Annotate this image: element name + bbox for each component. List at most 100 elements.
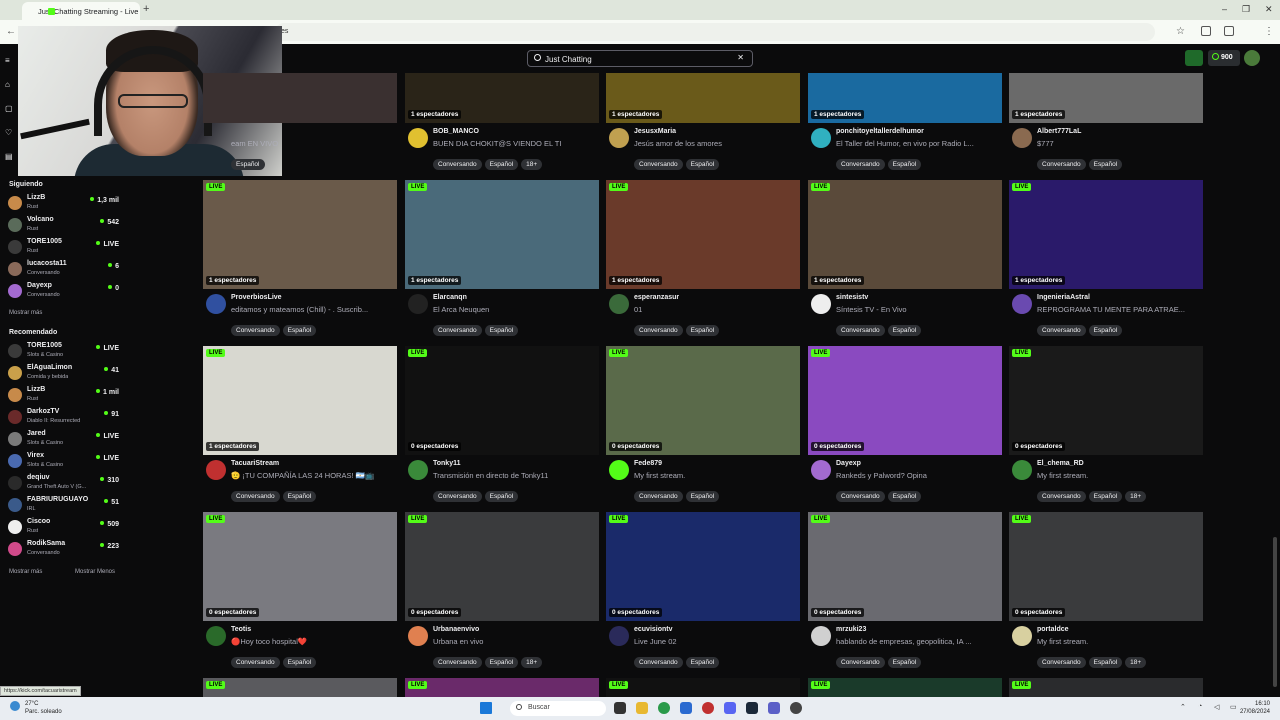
channel-name[interactable]: El_chema_RD	[1037, 460, 1084, 467]
stream-thumbnail[interactable]: LIVE 1 espectadores	[405, 180, 599, 289]
stream-card[interactable]: LIVE 0 espectadores Dayexp Rankeds y Palwor…	[808, 346, 1002, 502]
stream-title[interactable]: 🫡 ¡TU COMPAÑÍA LAS 24 HORAS! 🇦🇷📺	[231, 471, 396, 480]
tag-chip[interactable]: Conversando	[634, 657, 683, 668]
stream-card[interactable]: LIVE 1 espectadores sintesistv Síntesis TV …	[808, 180, 1002, 336]
tag-chip[interactable]: Español	[484, 325, 519, 336]
tag-chip[interactable]: Conversando	[231, 325, 280, 336]
recommended-show-more[interactable]: Mostrar más	[9, 569, 42, 575]
stream-title[interactable]: REPROGRAMA TU MENTE PARA ATRAE...	[1037, 305, 1202, 314]
volume-icon[interactable]: ◁	[1214, 703, 1219, 711]
tag-chip[interactable]: Español	[1088, 657, 1123, 668]
stream-thumbnail[interactable]: LIVE 1 espectadores	[606, 180, 800, 289]
stream-title[interactable]: My first stream.	[1037, 637, 1202, 646]
stream-title[interactable]: BUEN DIA CHOKIT@S VIENDO EL TI	[433, 139, 598, 148]
stream-card[interactable]: LIVE 1 espectadores Elarcanqn El Arca Neuqu…	[405, 180, 599, 336]
stream-title[interactable]: El Taller del Humor, en vivo por Radio L…	[836, 139, 1001, 148]
stream-thumbnail[interactable]: LIVE 0 espectadores	[1009, 346, 1203, 455]
stream-title[interactable]: Jesús amor de los amores	[634, 139, 799, 148]
channel-name[interactable]: mrzuki23	[836, 626, 866, 633]
stream-card[interactable]: LIVE 0 espectadores El_chema_RD My first st…	[1009, 346, 1203, 502]
stream-thumbnail[interactable]: LIVE	[203, 678, 397, 697]
channel-name[interactable]: Teotis	[231, 626, 251, 633]
stream-thumbnail[interactable]: LIVE 0 espectadores	[606, 346, 800, 455]
stream-card[interactable]: LIVE 0 espectadores Fede879 My first stream…	[606, 346, 800, 502]
tag-chip[interactable]: Español	[685, 491, 720, 502]
chrome-icon[interactable]	[658, 702, 670, 714]
maximize-icon[interactable]: ❐	[1242, 4, 1250, 15]
stream-title[interactable]: hablando de empresas, geopolitica, IA ..…	[836, 637, 1001, 646]
tag-chip[interactable]: Español	[685, 159, 720, 170]
channel-avatar[interactable]	[811, 128, 831, 148]
stream-card[interactable]: LIVE 0 espectadores portaldce My first stre…	[1009, 512, 1203, 668]
sidebar-channel[interactable]: Virex Slots & Casino LIVE	[8, 451, 123, 471]
tag-chip[interactable]: Español	[484, 491, 519, 502]
stream-card[interactable]: LIVE 0 espectadores Tonky11 Transmisión en …	[405, 346, 599, 502]
channel-avatar[interactable]	[408, 294, 428, 314]
tag-chip[interactable]: Español	[887, 491, 922, 502]
stream-thumbnail[interactable]: LIVE 0 espectadores	[203, 512, 397, 621]
channel-avatar[interactable]	[811, 460, 831, 480]
sidebar-channel[interactable]: Ciscoo Rust 509	[8, 517, 123, 537]
stream-thumbnail[interactable]: LIVE 0 espectadores	[808, 346, 1002, 455]
taskbar-search[interactable]: Buscar	[510, 701, 606, 716]
task-view-icon[interactable]	[614, 702, 626, 714]
tray-chevron-icon[interactable]: ⌃	[1180, 703, 1186, 711]
stream-title[interactable]: El Arca Neuquen	[433, 305, 598, 314]
stream-thumbnail[interactable]: 1 espectadores	[405, 73, 599, 123]
tag-chip[interactable]: Conversando	[1037, 159, 1086, 170]
back-icon[interactable]: ←	[6, 26, 16, 37]
sidebar-channel[interactable]: Dayexp Conversando 0	[8, 281, 123, 301]
home-icon[interactable]: ⌂	[5, 80, 10, 89]
stream-thumbnail[interactable]: LIVE 0 espectadores	[606, 512, 800, 621]
tag-chip[interactable]: Español	[1088, 491, 1123, 502]
tag-chip[interactable]: Conversando	[1037, 491, 1086, 502]
stream-thumbnail[interactable]: LIVE	[405, 678, 599, 697]
tag-chip[interactable]: Español	[685, 657, 720, 668]
tag-chip[interactable]: Conversando	[836, 325, 885, 336]
channel-name[interactable]: portaldce	[1037, 626, 1069, 633]
scrollbar[interactable]	[1273, 537, 1277, 687]
channel-name[interactable]: Elarcanqn	[433, 294, 467, 301]
tag-chip[interactable]: Español	[887, 325, 922, 336]
new-tab-icon[interactable]: +	[143, 3, 149, 15]
channel-avatar[interactable]	[1012, 460, 1032, 480]
channel-name[interactable]: ProverbiosLive	[231, 294, 282, 301]
channel-avatar[interactable]	[811, 294, 831, 314]
channel-name[interactable]: ponchitoyeltallerdelhumor	[836, 128, 924, 135]
stream-thumbnail[interactable]: LIVE 1 espectadores	[203, 346, 397, 455]
channel-name[interactable]: ecuvisiontv	[634, 626, 673, 633]
tag-chip[interactable]: Conversando	[836, 491, 885, 502]
channel-name[interactable]: IngenieriaAstral	[1037, 294, 1090, 301]
channel-name[interactable]: Albert777LaL	[1037, 128, 1081, 135]
sidepanel-icon[interactable]	[1224, 26, 1234, 36]
channel-avatar[interactable]	[1012, 128, 1032, 148]
tag-chip[interactable]: Conversando	[433, 159, 482, 170]
channel-avatar[interactable]	[408, 626, 428, 646]
tag-chip[interactable]: Español	[1088, 159, 1123, 170]
channel-name[interactable]: esperanzasur	[634, 294, 679, 301]
file-explorer-icon[interactable]	[636, 702, 648, 714]
address-bar[interactable]: es	[275, 23, 1155, 41]
channel-avatar[interactable]	[609, 626, 629, 646]
stream-thumbnail[interactable]: LIVE 1 espectadores	[203, 180, 397, 289]
channel-avatar[interactable]	[609, 294, 629, 314]
bookmark-star-icon[interactable]: ☆	[1176, 26, 1185, 37]
stream-card[interactable]: LIVE 0 espectadores Teotis 🔴Hoy toco hospit…	[203, 512, 397, 668]
tag-chip[interactable]: Español	[1088, 325, 1123, 336]
search-box[interactable]: ✕	[527, 50, 753, 67]
window-close-icon[interactable]: ✕	[1265, 4, 1273, 15]
stream-title[interactable]: Urbana en vivo	[433, 637, 598, 646]
taskbar-clock[interactable]: 16:10 27/08/2024	[1240, 700, 1270, 716]
sidebar-channel[interactable]: Jared Slots & Casino LIVE	[8, 429, 123, 449]
channel-name[interactable]: Dayexp	[836, 460, 861, 467]
stream-thumbnail[interactable]: LIVE 0 espectadores	[808, 512, 1002, 621]
sidebar-channel[interactable]: ElAguaLimon Comida y bebida 41	[8, 363, 123, 383]
sidebar-channel[interactable]: TORE1005 Rust LIVE	[8, 237, 123, 257]
obs-icon[interactable]	[790, 702, 802, 714]
channel-avatar[interactable]	[811, 626, 831, 646]
tag-chip[interactable]: Conversando	[231, 491, 280, 502]
tag-chip[interactable]: Conversando	[634, 491, 683, 502]
sidebar-channel[interactable]: LizzB Rust 1 mil	[8, 385, 123, 405]
channel-avatar[interactable]	[609, 460, 629, 480]
battery-icon[interactable]: ▭	[1230, 703, 1237, 711]
